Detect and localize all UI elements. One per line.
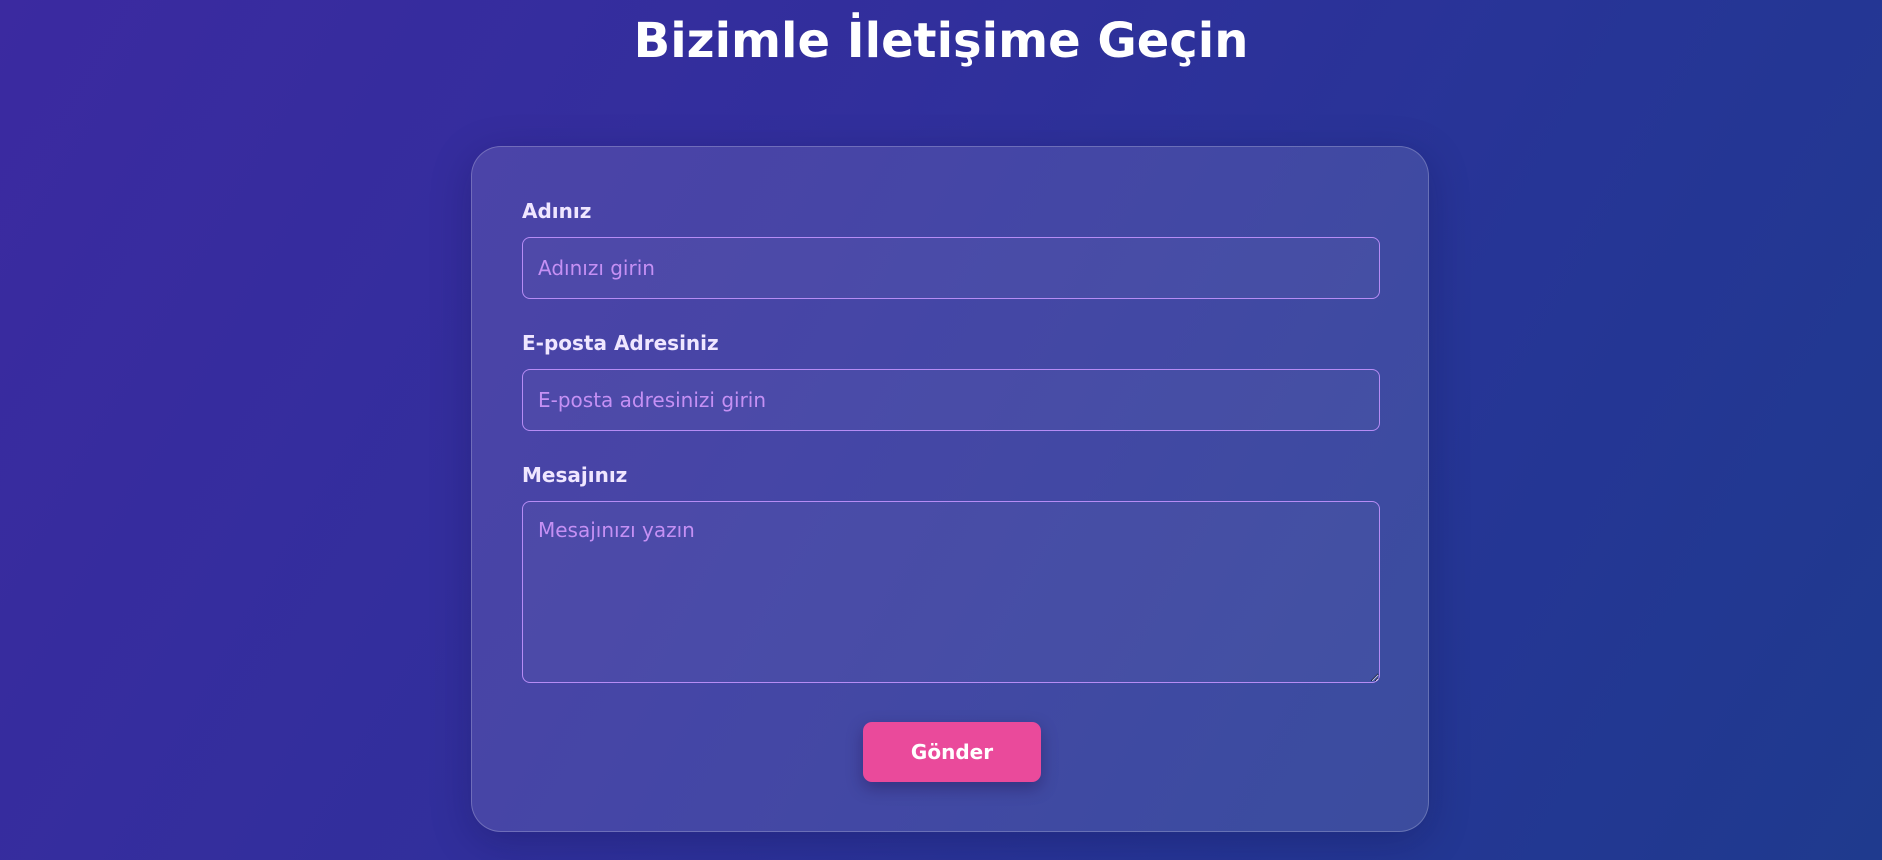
message-textarea[interactable] — [522, 501, 1380, 683]
submit-button[interactable]: Gönder — [863, 722, 1041, 782]
email-input[interactable] — [522, 369, 1380, 431]
email-label: E-posta Adresiniz — [522, 331, 719, 355]
name-input[interactable] — [522, 237, 1380, 299]
name-label: Adınız — [522, 199, 592, 223]
page-title: Bizimle İletişime Geçin — [633, 13, 1249, 69]
message-label: Mesajınız — [522, 463, 628, 487]
contact-form: Adınız E-posta Adresiniz Mesajınız Gönde… — [471, 146, 1429, 832]
